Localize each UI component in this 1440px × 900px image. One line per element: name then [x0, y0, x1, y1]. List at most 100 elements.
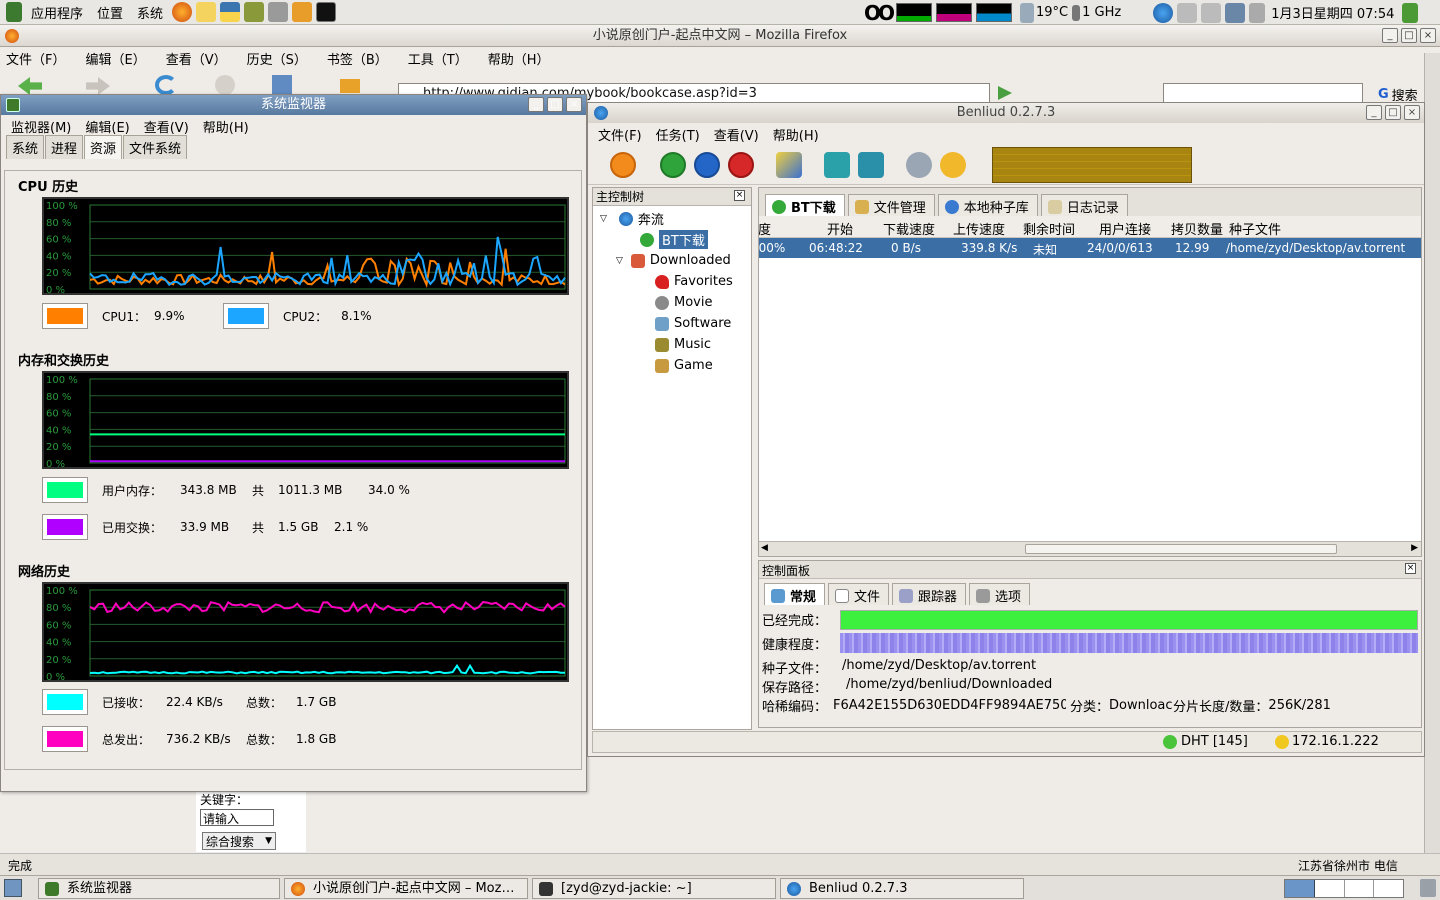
- user-icon[interactable]: [940, 151, 966, 178]
- reload-icon[interactable]: [155, 75, 177, 95]
- places-menu[interactable]: 位置: [90, 3, 130, 22]
- sysmon-menu-edit[interactable]: 编辑(E): [85, 117, 129, 136]
- firefox-titlebar[interactable]: 小说原创门户-起点中文网 – Mozilla Firefox _ □ ×: [0, 25, 1440, 47]
- workspace-2[interactable]: [1314, 880, 1345, 897]
- col-torrent[interactable]: 种子文件: [1229, 219, 1281, 237]
- volume-icon[interactable]: [1249, 2, 1266, 23]
- benliud-menu-help[interactable]: 帮助(H): [773, 125, 819, 144]
- workspace-switcher[interactable]: [1284, 879, 1404, 898]
- keyword-input[interactable]: 请输入: [200, 809, 274, 826]
- sysmon-titlebar[interactable]: 系统监视器 _ □ ×: [1, 95, 586, 115]
- tab-local-torrents[interactable]: 本地种子库: [937, 194, 1038, 216]
- tab-file-manager[interactable]: 文件管理: [847, 194, 935, 216]
- sysmon-menu-monitor[interactable]: 监视器(M): [11, 117, 71, 136]
- tree-node-downloaded[interactable]: ▽ Downloaded: [616, 250, 731, 271]
- swap-color-swatch[interactable]: [42, 514, 88, 540]
- add-task-icon[interactable]: [610, 151, 636, 178]
- ctrl-tab-general[interactable]: 常规: [764, 583, 826, 605]
- menu-edit[interactable]: 编辑（E）: [85, 49, 145, 68]
- mail-launcher-icon[interactable]: [196, 2, 217, 22]
- tree-close-icon[interactable]: ×: [734, 190, 745, 201]
- workspace-4[interactable]: [1374, 880, 1403, 897]
- expand-triangle-icon[interactable]: ▽: [600, 214, 607, 224]
- benliud-menu-task[interactable]: 任务(T): [656, 125, 700, 144]
- applications-menu[interactable]: 应用程序: [24, 3, 90, 22]
- leaf-applet-icon[interactable]: [1402, 2, 1419, 23]
- user-memory-color-swatch[interactable]: [42, 477, 88, 503]
- close-button[interactable]: ×: [1420, 28, 1436, 43]
- tab-processes[interactable]: 进程: [45, 135, 84, 159]
- qq-tray-icon[interactable]: [1153, 2, 1174, 23]
- benliud-titlebar[interactable]: Benliud 0.2.7.3 _ □ ×: [588, 103, 1424, 123]
- trash-icon[interactable]: [1420, 879, 1436, 897]
- sysmon-close-button[interactable]: ×: [566, 97, 582, 112]
- menu-help[interactable]: 帮助（H）: [488, 49, 550, 68]
- terminal-launcher-icon[interactable]: [316, 2, 337, 22]
- firefox-launcher-icon[interactable]: [172, 2, 193, 22]
- search-input[interactable]: [1163, 83, 1363, 103]
- tab-bt-download[interactable]: BT下载: [765, 194, 845, 216]
- forward-icon[interactable]: [86, 77, 110, 95]
- received-color-swatch[interactable]: [42, 689, 88, 715]
- printer-tray-icon[interactable]: [1177, 2, 1198, 23]
- expand-triangle-icon[interactable]: ▽: [616, 256, 623, 266]
- scroll-right-icon[interactable]: ▶: [1411, 543, 1418, 553]
- task-benliud[interactable]: Benliud 0.2.7.3: [780, 878, 1024, 899]
- sysmon-menu-view[interactable]: 查看(V): [144, 117, 189, 136]
- network-tray-icon[interactable]: [1225, 2, 1246, 23]
- scroll-thumb[interactable]: [1025, 544, 1337, 554]
- start-icon[interactable]: [660, 151, 686, 178]
- python-launcher-icon[interactable]: [220, 2, 241, 22]
- benliud-menu-view[interactable]: 查看(V): [714, 125, 759, 144]
- tree-node-favorites[interactable]: Favorites: [655, 271, 733, 292]
- benliud-menu-file[interactable]: 文件(F): [598, 125, 642, 144]
- benliud-close-button[interactable]: ×: [1404, 105, 1420, 120]
- clock[interactable]: 1月3日星期四 07:54: [1271, 3, 1394, 22]
- task-terminal[interactable]: [zyd@zyd-jackie: ~]: [532, 878, 776, 899]
- tree-node-movie[interactable]: Movie: [655, 292, 712, 313]
- edit-icon[interactable]: [776, 151, 802, 178]
- sysmon-menu-help[interactable]: 帮助(H): [203, 117, 249, 136]
- workspace-1[interactable]: [1285, 880, 1315, 897]
- stop-icon[interactable]: [215, 75, 235, 95]
- col-progress[interactable]: 进度: [759, 219, 771, 237]
- system-menu[interactable]: 系统: [130, 3, 170, 22]
- books-launcher-icon[interactable]: [244, 2, 265, 22]
- calculator-launcher-icon[interactable]: [268, 2, 289, 22]
- tab-filesystems[interactable]: 文件系统: [123, 135, 188, 159]
- database-icon[interactable]: [858, 151, 884, 178]
- task-system-monitor[interactable]: 系统监视器: [38, 878, 280, 899]
- go-icon[interactable]: [998, 86, 1012, 100]
- col-copies[interactable]: 拷贝数量: [1171, 219, 1223, 237]
- back-icon[interactable]: [18, 77, 42, 95]
- pause-icon[interactable]: [694, 151, 720, 178]
- menu-history[interactable]: 历史（S）: [247, 49, 307, 68]
- menu-bookmarks[interactable]: 书签（B）: [327, 49, 388, 68]
- page-scrollbar[interactable]: [1424, 53, 1440, 853]
- benliud-maximize-button[interactable]: □: [1385, 105, 1401, 120]
- editor-launcher-icon[interactable]: [292, 2, 313, 22]
- tree-node-music[interactable]: Music: [655, 334, 711, 355]
- table-row[interactable]: 100% 06:48:22 0 B/s 339.8 K/s 未知 24/0/0/…: [759, 238, 1421, 258]
- settings-gear-icon[interactable]: [906, 151, 932, 178]
- home-icon[interactable]: [272, 75, 292, 95]
- tree-node-root[interactable]: ▽ 奔流: [600, 208, 664, 229]
- benliud-minimize-button[interactable]: _: [1366, 105, 1382, 120]
- add-queue-icon[interactable]: [824, 151, 850, 178]
- maximize-button[interactable]: □: [1401, 28, 1417, 43]
- menu-view[interactable]: 查看（V）: [166, 49, 227, 68]
- tree-node-game[interactable]: Game: [655, 355, 713, 376]
- delete-icon[interactable]: [728, 151, 754, 178]
- tree-node-bt[interactable]: BT下载: [640, 229, 708, 250]
- col-peers[interactable]: 用户连接: [1099, 219, 1151, 237]
- show-desktop-icon[interactable]: [4, 879, 22, 897]
- tab-system[interactable]: 系统: [6, 135, 45, 159]
- ctrl-tab-files[interactable]: 文件: [828, 583, 890, 605]
- tree-node-software[interactable]: Software: [655, 313, 731, 334]
- search-type-select[interactable]: 综合搜索 ▼: [202, 832, 276, 850]
- task-firefox[interactable]: 小说原创门户-起点中文网 – Moz…: [284, 878, 528, 899]
- tab-resources[interactable]: 资源: [84, 135, 123, 159]
- col-up[interactable]: 上传速度: [953, 219, 1005, 237]
- ctrl-tab-trackers[interactable]: 跟踪器: [892, 583, 967, 605]
- bookmark-icon[interactable]: [340, 79, 360, 93]
